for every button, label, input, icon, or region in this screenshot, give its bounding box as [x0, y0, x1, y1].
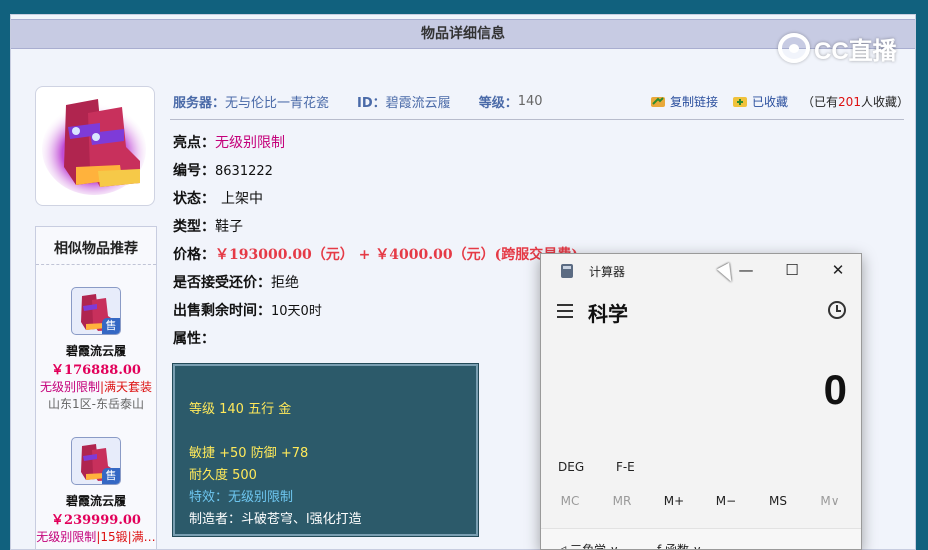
- divider: [170, 119, 904, 120]
- remaining-time-label: 出售剩余时间：: [173, 303, 271, 319]
- bargain-row: 是否接受还价：拒绝: [173, 272, 299, 292]
- boots-icon: [42, 99, 146, 195]
- page-top-bar: [0, 0, 928, 6]
- similar-item-tags: 无级别限制|15锻|满…: [36, 528, 156, 545]
- bargain-value: 拒绝: [271, 275, 299, 291]
- hamburger-menu-icon[interactable]: [557, 304, 573, 318]
- similar-item-tag: 满天套装: [104, 380, 153, 394]
- collected-button[interactable]: 已收藏: [752, 93, 788, 110]
- history-icon[interactable]: [828, 301, 846, 319]
- calculator-display: 0: [823, 366, 847, 413]
- price-value: ￥193000.00（元） + ￥4000.00（元）(跨服交易费): [215, 247, 578, 263]
- highlight-row: 亮点：无级别限制: [173, 132, 285, 152]
- bargain-label: 是否接受还价：: [173, 275, 271, 291]
- similar-item-tags: 无级别限制|满天套装: [36, 378, 156, 395]
- id-label: ID：: [357, 95, 386, 111]
- similar-item-card[interactable]: 售 碧霞流云履 ￥176888.00 无级别限制|满天套装 山东1区-东岳泰山: [36, 287, 156, 412]
- status-value: 上架中: [221, 191, 263, 207]
- type-value: 鞋子: [215, 219, 243, 235]
- attr-durability: 耐久度 500: [189, 468, 257, 483]
- mr-button[interactable]: MR: [596, 494, 648, 508]
- attr-special-effect: 特效：无级别限制: [189, 490, 294, 505]
- similar-item-card[interactable]: 售 碧霞流云履 ￥239999.00 无级别限制|15锻|满…: [36, 437, 156, 545]
- mc-button[interactable]: MC: [544, 494, 596, 508]
- calculator-titlebar[interactable]: 计算器 — ☐ ✕: [541, 254, 861, 288]
- server-value: 无与伦比一青花瓷: [225, 95, 330, 111]
- favorite-count: （已有201人收藏）: [802, 93, 909, 110]
- cc-live-watermark: CC直播: [778, 30, 897, 66]
- status-label: 状态：: [173, 191, 215, 207]
- favorite-folder-icon: [732, 94, 748, 108]
- favorite-count-suffix: 人收藏）: [860, 94, 909, 109]
- similar-item-tag: 无级别限制: [39, 380, 100, 394]
- type-row: 类型：鞋子: [173, 216, 243, 236]
- function-dropdown[interactable]: ƒ 函数 ∨: [657, 541, 702, 549]
- similar-item-thumbnail[interactable]: 售: [71, 437, 121, 485]
- calculator-app-icon: [561, 264, 573, 278]
- maximize-button[interactable]: ☐: [769, 254, 815, 288]
- similar-item-price: ￥239999.00: [51, 513, 141, 528]
- attributes-box: 等级 140 五行 金 敏捷 +50 防御 +78 耐久度 500 特效：无级别…: [172, 363, 479, 537]
- attr-maker: 制造者：斗破苍穹、l强化打造: [189, 512, 362, 527]
- page: 物品详细信息 CC直播 服务器： 无与伦比一青花瓷 ID： 碧霞流云履 等级： …: [0, 0, 928, 550]
- cc-logo-icon: [778, 33, 810, 63]
- similar-items-sidebar: 相似物品推荐 售 碧霞流云履 ￥176888.00 无级别限制|满天套装 山东1…: [35, 226, 157, 550]
- similar-item-tag: 无级别限制: [36, 530, 97, 544]
- sidebar-title: 相似物品推荐: [36, 227, 156, 265]
- similar-item-tag: 15锻: [100, 530, 128, 544]
- level-value: 140: [517, 93, 543, 109]
- similar-item-tag: |满…: [127, 530, 156, 544]
- attr-stats: 敏捷 +50 防御 +78: [189, 446, 309, 461]
- number-value: 8631222: [215, 164, 273, 179]
- ms-button[interactable]: MS: [752, 494, 804, 508]
- close-button[interactable]: ✕: [815, 254, 861, 288]
- fe-button[interactable]: F-E: [616, 460, 635, 474]
- attr-level-element: 等级 140 五行 金: [189, 402, 292, 417]
- level-label: 等级：: [478, 95, 518, 111]
- status-row: 状态： 上架中: [173, 188, 263, 208]
- id-value: 碧霞流云履: [385, 95, 451, 111]
- favorite-count-number: 201: [838, 94, 861, 109]
- similar-item-price: ￥176888.00: [51, 363, 141, 378]
- copy-link-icon: [650, 94, 666, 108]
- page-right-edge: [916, 6, 928, 550]
- price-row: 价格：￥193000.00（元） + ￥4000.00（元）(跨服交易费): [173, 244, 578, 264]
- calculator-options-row: DEG F-E: [558, 460, 663, 474]
- price-label: 价格：: [173, 247, 215, 263]
- deg-button[interactable]: DEG: [558, 460, 584, 474]
- similar-item-name[interactable]: 碧霞流云履: [36, 492, 156, 509]
- sell-badge: 售: [102, 318, 120, 334]
- calculator-window[interactable]: 计算器 — ☐ ✕ 科学 0 DEG F-E MC MR M+ M− MS M∨…: [540, 253, 862, 550]
- similar-item-name[interactable]: 碧霞流云履: [36, 342, 156, 359]
- item-summary-row: 服务器： 无与伦比一青花瓷 ID： 碧霞流云履 等级： 140: [173, 90, 543, 112]
- remaining-time-value: 10天0时: [271, 304, 322, 319]
- similar-item-thumbnail[interactable]: 售: [71, 287, 121, 335]
- sell-badge: 售: [102, 468, 120, 484]
- highlight-value: 无级别限制: [215, 135, 285, 151]
- item-image: [35, 86, 155, 206]
- trigonometry-dropdown[interactable]: ◁ 三角学 ∨: [557, 541, 619, 549]
- number-row: 编号：8631222: [173, 160, 273, 180]
- similar-item-server: 山东1区-东岳泰山: [48, 397, 144, 411]
- watermark-text: CC直播: [814, 37, 897, 65]
- calculator-function-bar: ◁ 三角学 ∨ ƒ 函数 ∨: [541, 528, 861, 549]
- calculator-mode: 科学: [588, 302, 628, 326]
- attributes-label: 属性：: [173, 331, 215, 347]
- m-plus-button[interactable]: M+: [648, 494, 700, 508]
- type-label: 类型：: [173, 219, 215, 235]
- m-minus-button[interactable]: M−: [700, 494, 752, 508]
- memory-row: MC MR M+ M− MS M∨: [541, 494, 861, 516]
- favorite-count-prefix: （已有: [802, 94, 839, 109]
- server-label: 服务器：: [173, 95, 226, 111]
- number-label: 编号：: [173, 163, 215, 179]
- remaining-time-row: 出售剩余时间：10天0时: [173, 300, 322, 320]
- calculator-title: 计算器: [589, 265, 626, 279]
- memory-dropdown-button[interactable]: M∨: [804, 494, 856, 508]
- attributes-row: 属性：: [173, 328, 215, 348]
- highlight-label: 亮点：: [173, 135, 215, 151]
- item-toolbar: 复制链接 已收藏 （已有201人收藏）: [650, 90, 909, 112]
- copy-link-button[interactable]: 复制链接: [670, 93, 718, 110]
